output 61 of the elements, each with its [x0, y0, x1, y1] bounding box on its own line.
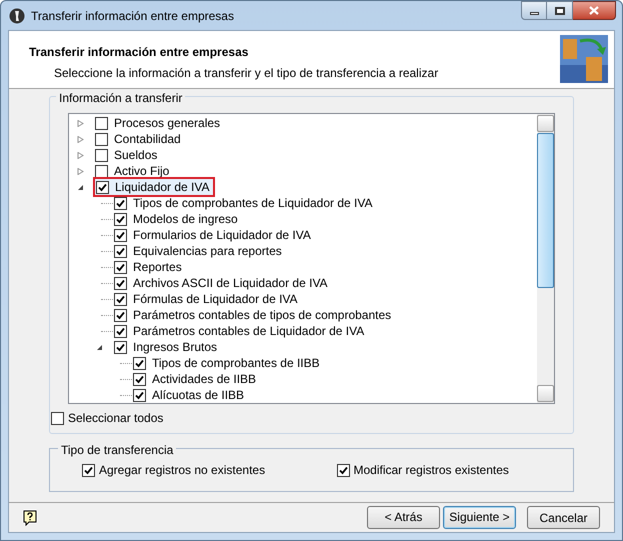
dialog-button[interactable]: Siguiente >	[443, 506, 516, 528]
checkbox[interactable]	[114, 260, 127, 274]
tree-item[interactable]: Fórmulas de Liquidador de IVA	[133, 291, 300, 307]
tree-item[interactable]: Sueldos	[114, 147, 160, 163]
tree-item[interactable]: Actividades de IIBB	[152, 371, 258, 387]
tree-item[interactable]: Alícuotas de IIBB	[152, 387, 246, 403]
checkbox-label[interactable]: Agregar registros no existentes	[99, 461, 266, 479]
tree-item[interactable]: Modelos de ingreso	[133, 211, 240, 227]
checkbox[interactable]	[336, 464, 350, 476]
tree-item[interactable]: Procesos generales	[114, 115, 222, 131]
checkbox[interactable]	[96, 180, 109, 194]
collapsed-triangle-icon[interactable]	[77, 152, 84, 158]
checkbox-label[interactable]: Seleccionar todos	[68, 409, 164, 427]
tree-item[interactable]: Reportes	[133, 259, 184, 275]
dialog-button[interactable]: Cancelar	[527, 506, 600, 529]
help-icon[interactable]	[23, 510, 37, 526]
collapsed-triangle-icon[interactable]	[77, 136, 84, 142]
checkbox[interactable]	[114, 244, 127, 258]
tree-item[interactable]: Formularios de Liquidador de IVA	[133, 227, 313, 243]
checkbox[interactable]	[114, 308, 127, 322]
checkbox[interactable]	[95, 132, 108, 146]
checkbox[interactable]	[114, 196, 127, 210]
tree-item[interactable]: Tipos de comprobantes de Liquidador de IVA	[133, 195, 374, 211]
dialog-button[interactable]: < Atrás	[367, 506, 440, 528]
header-subtitle: Seleccione la información a transferir y el tipo de transferencia a realizar	[53, 65, 438, 82]
checkbox[interactable]	[95, 116, 108, 130]
header-title: Transferir información entre empresas	[29, 44, 250, 61]
tree-item[interactable]: Contabilidad	[114, 131, 183, 147]
tree-item[interactable]: Equivalencias para reportes	[133, 243, 284, 259]
checkbox[interactable]	[114, 276, 127, 290]
checkbox[interactable]	[114, 228, 127, 242]
tree-item[interactable]: Parámetros contables de Liquidador de IVA	[133, 323, 366, 339]
checkbox[interactable]	[114, 212, 127, 226]
tree-item[interactable]: Ingresos Brutos	[133, 339, 220, 355]
checkbox[interactable]	[82, 464, 95, 476]
close-icon	[589, 6, 599, 15]
checkbox[interactable]	[133, 372, 146, 386]
tree-item[interactable]: Tipos de comprobantes de IIBB	[152, 355, 322, 371]
checkbox-label[interactable]: Modificar registros existentes	[354, 461, 509, 479]
checkbox[interactable]	[133, 388, 146, 402]
expanded-triangle-icon[interactable]	[96, 344, 103, 350]
tree-item[interactable]: Archivos ASCII de Liquidador de IVA	[133, 275, 330, 291]
checkbox[interactable]	[133, 356, 146, 370]
checkbox[interactable]	[95, 148, 108, 162]
expanded-triangle-icon[interactable]	[77, 184, 84, 190]
app-icon	[9, 8, 25, 24]
window-title: Transferir información entre empresas	[31, 8, 234, 24]
checkbox[interactable]	[114, 340, 127, 354]
maximize-button[interactable]	[547, 1, 573, 20]
collapsed-triangle-icon[interactable]	[77, 168, 84, 174]
tree-item[interactable]: Activo Fijo	[114, 163, 172, 179]
collapsed-triangle-icon[interactable]	[77, 120, 84, 126]
close-button[interactable]	[573, 1, 616, 20]
checkbox[interactable]	[95, 164, 108, 178]
scrollbar[interactable]	[537, 114, 554, 403]
checkbox[interactable]	[51, 412, 64, 424]
checkbox[interactable]	[114, 324, 127, 338]
buildings-transfer-icon	[560, 35, 608, 83]
tree-item[interactable]: Parámetros contables de tipos de comprobantes	[133, 307, 394, 323]
checkbox[interactable]	[114, 292, 127, 306]
minimize-button[interactable]	[521, 1, 547, 20]
